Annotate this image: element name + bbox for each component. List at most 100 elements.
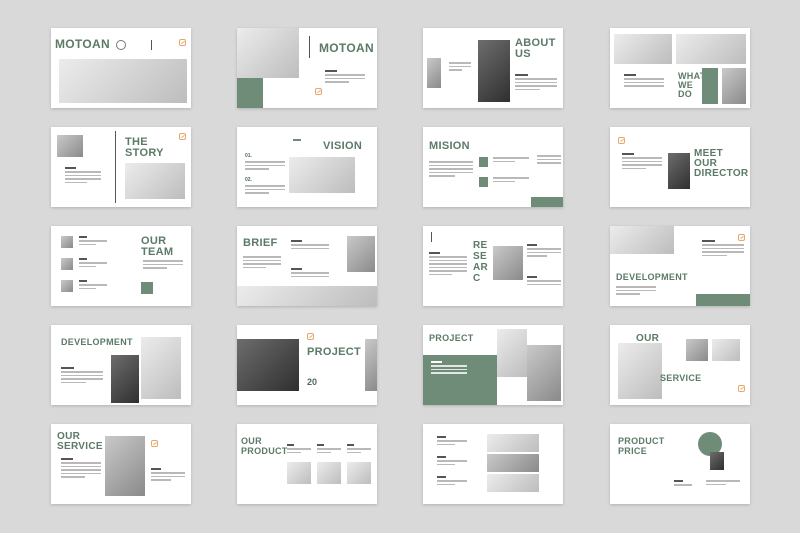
slide-title: RE SE AR C xyxy=(473,240,489,284)
photo xyxy=(237,286,377,306)
logo-icon xyxy=(738,234,745,241)
photo xyxy=(618,343,662,399)
logo-icon xyxy=(179,39,186,46)
text-block xyxy=(61,367,103,385)
photo xyxy=(676,34,746,64)
text-block xyxy=(287,444,311,455)
text-block xyxy=(151,468,185,483)
logo-icon xyxy=(738,385,745,392)
slide-subtitle: SERVICE xyxy=(660,373,702,383)
text-block xyxy=(429,161,473,179)
photo xyxy=(289,157,355,193)
slide-title: PROJECT xyxy=(429,333,474,343)
text-block xyxy=(291,240,329,251)
slide-6[interactable]: VISION 01. 02. xyxy=(237,127,377,207)
text-block xyxy=(79,280,107,291)
slide-7[interactable]: MISION xyxy=(423,127,563,207)
logo-icon xyxy=(315,88,322,95)
text-block xyxy=(79,258,107,269)
slide-8[interactable]: MEET OUR DIRECTOR xyxy=(610,127,750,207)
slide-title: MOTOAN xyxy=(55,37,110,51)
slide-title: MOTOAN xyxy=(319,41,374,55)
number-label: 01. xyxy=(245,153,252,159)
slide-4[interactable]: WHAT WE DO xyxy=(610,28,750,108)
photo xyxy=(347,236,375,272)
slide-11[interactable]: RE SE AR C xyxy=(423,226,563,306)
text-block xyxy=(291,268,329,279)
slide-2[interactable]: MOTOAN xyxy=(237,28,377,108)
text-block xyxy=(317,444,341,455)
slide-title: PROJECT xyxy=(307,346,362,358)
text-block xyxy=(706,480,740,487)
slide-title: ABOUT US xyxy=(515,37,556,60)
number-label: 02. xyxy=(245,177,252,183)
slide-title: OUR SERVICE xyxy=(57,431,103,452)
photo xyxy=(347,462,371,484)
slide-17[interactable]: OUR SERVICE xyxy=(51,424,191,504)
photo xyxy=(487,474,539,492)
text-block xyxy=(624,74,664,89)
photo xyxy=(686,339,708,361)
slide-title: BRIEF xyxy=(243,237,278,249)
photo xyxy=(59,59,187,103)
slide-20[interactable]: PRODUCT PRICE xyxy=(610,424,750,504)
slide-15[interactable]: PROJECT xyxy=(423,325,563,405)
slide-19[interactable] xyxy=(423,424,563,504)
photo xyxy=(141,337,181,399)
photo xyxy=(478,40,510,102)
slide-grid: MOTOAN MOTOAN ABOUT US WHAT WE DO THE ST… xyxy=(0,0,800,533)
accent-block xyxy=(237,78,263,108)
accent-block xyxy=(479,157,488,167)
photo xyxy=(237,339,299,391)
slide-3[interactable]: ABOUT US xyxy=(423,28,563,108)
photo xyxy=(712,339,740,361)
slide-title: VISION xyxy=(323,140,363,152)
slide-title: MISION xyxy=(429,140,470,152)
text-block xyxy=(449,62,471,73)
logo-icon xyxy=(307,333,314,340)
logo-icon xyxy=(151,440,158,447)
photo xyxy=(668,153,690,189)
text-block xyxy=(622,153,662,171)
accent-block xyxy=(696,294,750,306)
photo xyxy=(317,462,341,484)
photo xyxy=(614,34,672,64)
text-block xyxy=(65,167,101,185)
photo xyxy=(493,246,523,280)
slide-9[interactable]: OUR TEAM xyxy=(51,226,191,306)
slide-18[interactable]: OUR PRODUCT xyxy=(237,424,377,504)
slide-5[interactable]: THE STORY xyxy=(51,127,191,207)
text-block xyxy=(493,177,529,184)
text-block xyxy=(243,256,281,270)
slide-1[interactable]: MOTOAN xyxy=(51,28,191,108)
slide-14[interactable]: PROJECT 20 xyxy=(237,325,377,405)
logo-icon xyxy=(179,133,186,140)
text-block xyxy=(527,276,561,287)
project-number: 20 xyxy=(307,377,318,387)
accent-block xyxy=(141,282,153,294)
slide-12[interactable]: DEVELOPMENT xyxy=(610,226,750,306)
slide-title: DEVELOPMENT xyxy=(616,272,688,282)
slide-10[interactable]: BRIEF xyxy=(237,226,377,306)
text-block xyxy=(143,260,183,271)
slide-16[interactable]: OUR SERVICE xyxy=(610,325,750,405)
photo xyxy=(610,226,674,254)
text-block xyxy=(515,74,557,92)
photo xyxy=(487,454,539,472)
text-block xyxy=(493,157,529,164)
accent-block xyxy=(531,197,563,207)
text-block xyxy=(429,252,467,277)
text-block xyxy=(347,444,371,455)
text-block xyxy=(437,476,467,487)
text-block xyxy=(527,244,561,259)
photo xyxy=(61,258,73,270)
text-block xyxy=(616,286,656,297)
photo xyxy=(111,355,139,403)
slide-13[interactable]: DEVELOPMENT xyxy=(51,325,191,405)
accent-block xyxy=(702,68,718,104)
slide-title: DEVELOPMENT xyxy=(61,337,133,347)
photo xyxy=(237,28,299,78)
logo-icon xyxy=(618,137,625,144)
text-block xyxy=(674,480,704,488)
photo xyxy=(710,452,724,470)
